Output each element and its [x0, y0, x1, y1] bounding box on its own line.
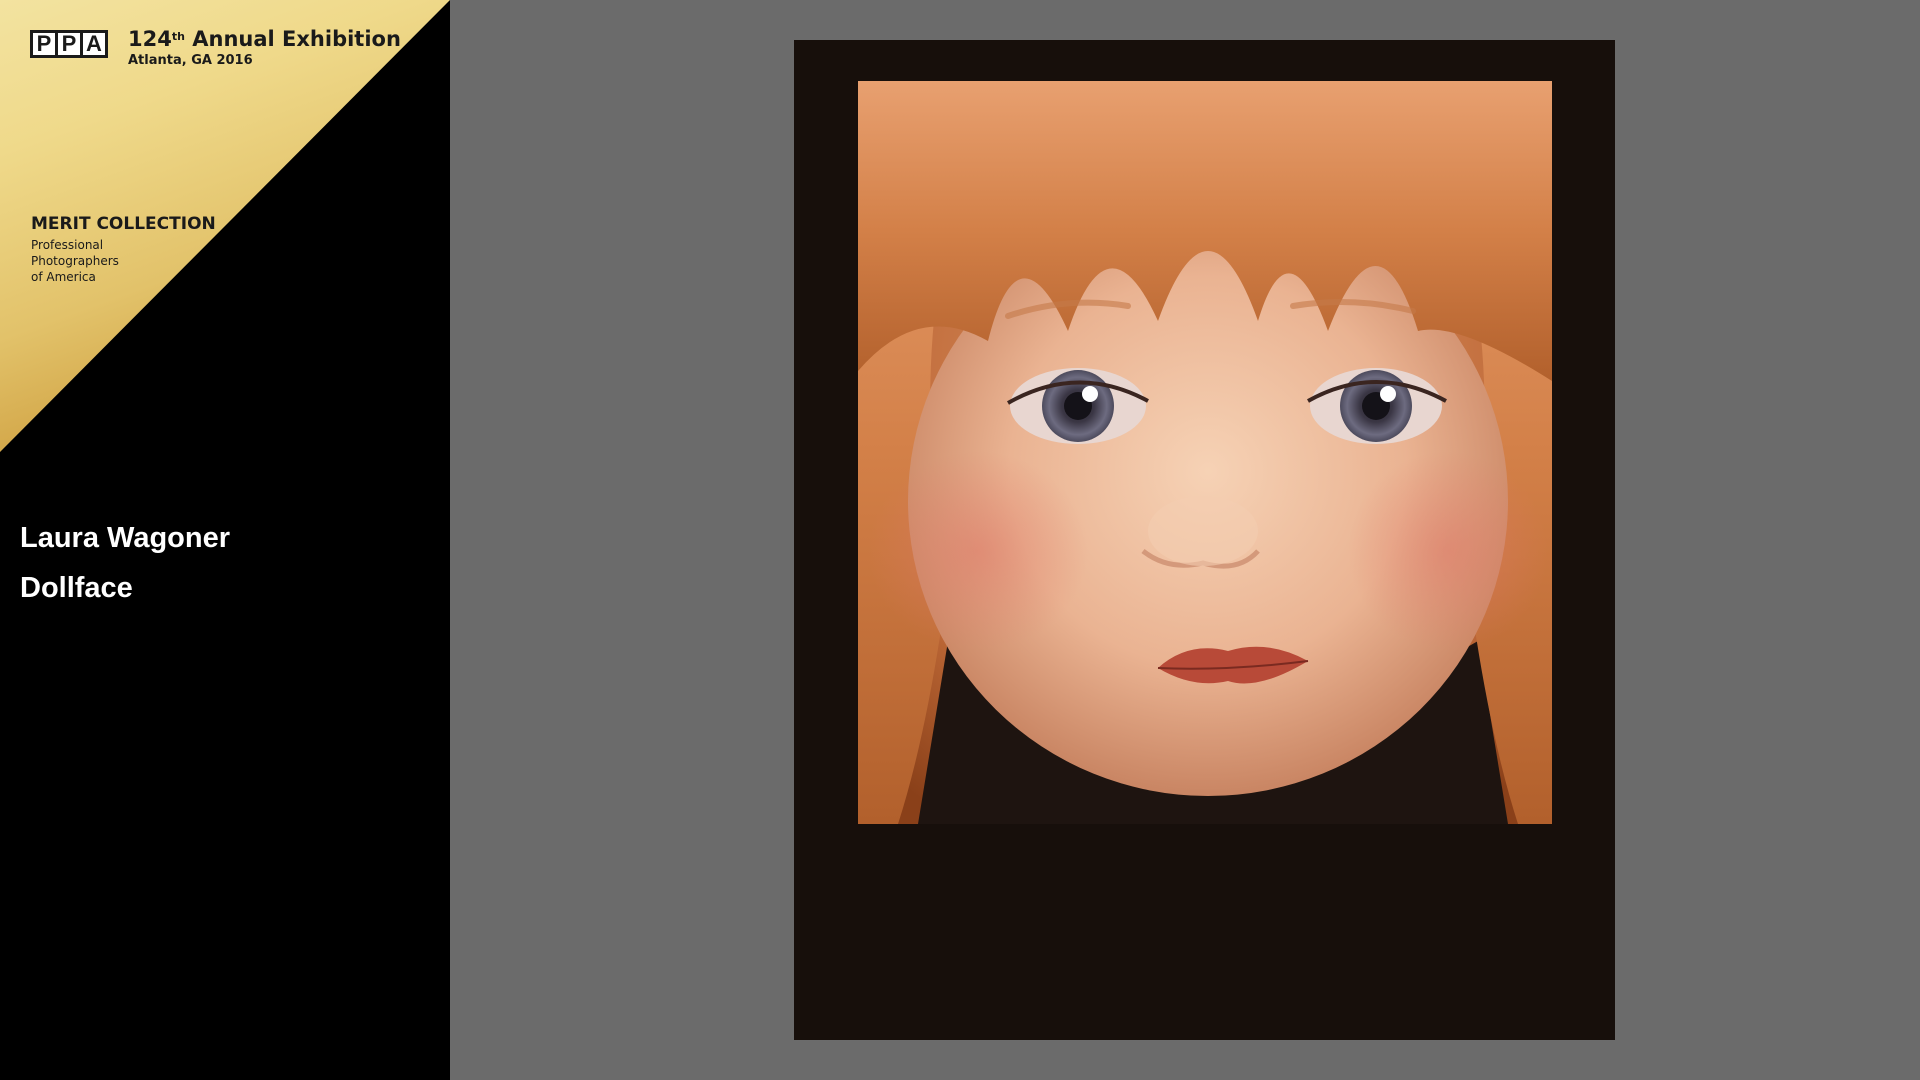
logo-letter-a: A: [83, 33, 105, 55]
artist-name: Laura Wagoner: [20, 522, 231, 554]
exhibition-suffix: th: [171, 30, 185, 43]
exhibition-name: Annual Exhibition: [192, 27, 401, 51]
collection-title: MERIT COLLECTION: [31, 214, 216, 234]
exhibition-number: 124: [128, 27, 172, 51]
portrait-photo[interactable]: [858, 81, 1552, 824]
org-line-2: Photographers: [31, 254, 119, 268]
photo-title: Dollface: [20, 572, 133, 604]
logo-letter-p2: P: [58, 33, 80, 55]
sidebar-panel: P P A 124th Annual Exhibition Atlanta, G…: [0, 0, 450, 1080]
print-mat-frame: [794, 40, 1615, 1040]
ppa-logo: P P A: [30, 30, 108, 58]
logo-letter-p1: P: [33, 33, 55, 55]
org-line-3: of America: [31, 270, 96, 284]
exhibition-title: 124th Annual Exhibition: [128, 27, 401, 51]
exhibition-location: Atlanta, GA 2016: [128, 53, 253, 68]
org-line-1: Professional: [31, 238, 104, 252]
doll-portrait-illustration: [858, 81, 1552, 824]
